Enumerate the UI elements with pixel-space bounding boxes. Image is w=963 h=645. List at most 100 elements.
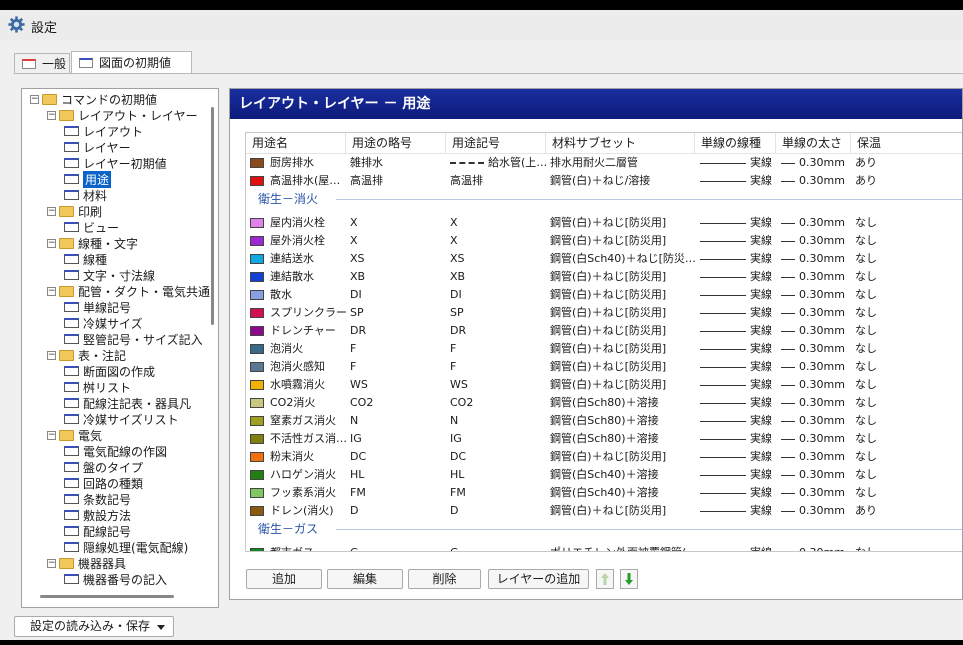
usage-symbol: DR <box>450 322 546 340</box>
tree-item[interactable]: − コマンドの初期値 <box>30 91 157 107</box>
collapse-toggle-icon[interactable]: − <box>47 430 56 440</box>
table-row[interactable]: 厨房排水 雑排水 給水管(上… 排水用耐火二層管 実線 0.30mm あり <box>246 154 962 172</box>
tree-item[interactable]: 配線注記表・器具凡 <box>64 395 191 411</box>
load-save-settings-dropdown[interactable]: 設定の読み込み・保存 <box>14 616 174 637</box>
table-row[interactable]: 高温排水(屋… 高温排 高温排 鋼管(白)＋ねじ/溶接 実線 0.30mm あり <box>246 172 962 190</box>
table-row[interactable]: 都市ガス GG ポリエチレン外面被覆鋼管(… 実線 0.30mm なし <box>246 544 962 551</box>
tab-general[interactable]: 一般 <box>14 53 70 73</box>
table-row[interactable]: 連結送水 XS XS 鋼管(白Sch40)＋ねじ[防災… 実線 0.30mm なし <box>246 250 962 268</box>
collapse-toggle-icon[interactable]: − <box>47 110 56 120</box>
collapse-toggle-icon[interactable]: − <box>47 286 56 296</box>
tree-item[interactable]: 材料 <box>64 187 107 203</box>
tree-item-label: 敷設方法 <box>83 508 132 523</box>
table-row[interactable]: 散水 DI DI 鋼管(白)＋ねじ[防災用] 実線 0.30mm なし <box>246 286 962 304</box>
collapse-toggle-icon[interactable]: − <box>47 206 56 216</box>
move-up-button[interactable] <box>596 569 614 589</box>
color-swatch <box>250 308 264 318</box>
line-width: 0.30mm <box>781 358 851 376</box>
usage-list[interactable]: 用途名 用途の略号 用途記号 材料サブセット 単線の線種 単線の太さ 保温 厨房排水 雑排水 給… <box>245 132 962 552</box>
tree-item[interactable]: 回路の種類 <box>64 475 143 491</box>
column-header-cell[interactable]: 用途名 <box>246 133 346 153</box>
tree-item[interactable]: 単線記号 <box>64 299 131 315</box>
tree-item[interactable]: レイアウト <box>64 123 143 139</box>
tree-item[interactable]: − 線種・文字 <box>47 235 138 251</box>
table-row[interactable]: ハロゲン消火 HL HL 鋼管(白Sch40)＋溶接 実線 0.30mm なし <box>246 466 962 484</box>
edit-button[interactable]: 編集 <box>327 569 403 589</box>
tree-item[interactable]: 線種 <box>64 251 107 267</box>
delete-button[interactable]: 削除 <box>408 569 481 589</box>
material-subset: 鋼管(白)＋ねじ[防災用] <box>550 450 667 463</box>
tree-item[interactable]: − 配管・ダクト・電気共通 <box>47 283 210 299</box>
tree-item[interactable]: 断面図の作成 <box>64 363 155 379</box>
column-header-cell[interactable]: 用途記号 <box>446 133 546 153</box>
tree-item[interactable]: 盤のタイプ <box>64 459 143 475</box>
tree-item-label: 用途 <box>83 170 112 188</box>
tree-item[interactable]: レイヤー初期値 <box>64 155 167 171</box>
usage-symbol: N <box>450 412 546 430</box>
insulation: なし <box>855 544 915 551</box>
column-header-cell[interactable]: 用途の略号 <box>346 133 446 153</box>
line-width-sample <box>781 366 795 368</box>
table-row[interactable]: 水噴霧消火 WS WS 鋼管(白)＋ねじ[防災用] 実線 0.30mm なし <box>246 376 962 394</box>
table-row[interactable]: ドレンチャー DR DR 鋼管(白)＋ねじ[防災用] 実線 0.30mm なし <box>246 322 962 340</box>
line-type: 実線 <box>700 154 776 172</box>
tree-item[interactable]: レイヤー <box>64 139 131 155</box>
collapse-toggle-icon[interactable]: − <box>47 558 56 568</box>
add-button[interactable]: 追加 <box>246 569 322 589</box>
table-row[interactable]: ドレン(消火) D D 鋼管(白)＋ねじ[防災用] 実線 0.30mm あり <box>246 502 962 520</box>
collapse-toggle-icon[interactable]: − <box>47 238 56 248</box>
collapse-toggle-icon[interactable]: − <box>30 94 39 104</box>
table-row[interactable]: フッ素系消火 FM FM 鋼管(白Sch40)＋溶接 実線 0.30mm なし <box>246 484 962 502</box>
table-row[interactable]: 粉末消火 DC DC 鋼管(白)＋ねじ[防災用] 実線 0.30mm なし <box>246 448 962 466</box>
table-row[interactable]: 連結散水 XB XB 鋼管(白)＋ねじ[防災用] 実線 0.30mm なし <box>246 268 962 286</box>
usage-abbreviation: IG <box>350 432 362 445</box>
tree-vertical-scrollbar[interactable] <box>211 107 214 325</box>
tree-item[interactable]: 条数記号 <box>64 491 131 507</box>
line-type-text: 実線 <box>750 156 772 169</box>
tree-item[interactable]: 竪管記号・サイズ記入 <box>64 331 203 347</box>
settings-tree[interactable]: − コマンドの初期値 − レイアウト・レイヤー レイアウト レイヤー レイヤー初期値 用途 材料… <box>21 88 219 608</box>
column-header-cell[interactable]: 保温 <box>851 133 962 153</box>
move-down-button[interactable] <box>620 569 638 589</box>
tree-item[interactable]: 配線記号 <box>64 523 131 539</box>
column-header-cell[interactable]: 単線の太さ <box>776 133 851 153</box>
tree-item[interactable]: 電気配線の作図 <box>64 443 167 459</box>
tree-item[interactable]: 敷設方法 <box>64 507 131 523</box>
page-icon <box>64 254 79 264</box>
tree-item[interactable]: 隠線処理(電気配線) <box>64 539 188 555</box>
material-subset: 鋼管(白)＋ねじ[防災用] <box>550 306 667 319</box>
tree-item[interactable]: − 印刷 <box>47 203 102 219</box>
column-header-cell[interactable]: 単線の線種 <box>695 133 776 153</box>
table-row[interactable]: 泡消火 F F 鋼管(白)＋ねじ[防災用] 実線 0.30mm なし <box>246 340 962 358</box>
tree-item[interactable]: 用途 <box>64 170 112 188</box>
table-row[interactable]: 窒素ガス消火 N N 鋼管(白Sch80)＋溶接 実線 0.30mm なし <box>246 412 962 430</box>
tree-item[interactable]: 桝リスト <box>64 379 131 395</box>
tree-item[interactable]: − レイアウト・レイヤー <box>47 107 198 123</box>
tree-item[interactable]: 冷媒サイズリスト <box>64 411 179 427</box>
tree-item-label: 電気配線の作図 <box>83 444 168 459</box>
tree-item[interactable]: − 機器器具 <box>47 555 126 571</box>
table-row[interactable]: 不活性ガス消… IG IG 鋼管(白Sch80)＋溶接 実線 0.30mm なし <box>246 430 962 448</box>
collapse-toggle-icon[interactable]: − <box>47 350 56 360</box>
tree-item[interactable]: 文字・寸法線 <box>64 267 155 283</box>
tree-item-label: コマンドの初期値 <box>61 92 158 107</box>
tab-drawing-defaults[interactable]: 図面の初期値 <box>71 51 192 73</box>
table-row[interactable]: 泡消火感知 F F 鋼管(白)＋ねじ[防災用] 実線 0.30mm なし <box>246 358 962 376</box>
table-row[interactable]: 屋外消火栓 X X 鋼管(白)＋ねじ[防災用] 実線 0.30mm なし <box>246 232 962 250</box>
tree-item[interactable]: − 表・注記 <box>47 347 126 363</box>
tree-item[interactable]: − 電気 <box>47 427 102 443</box>
usage-symbol: X <box>450 214 546 232</box>
table-row[interactable]: 屋内消火栓 X X 鋼管(白)＋ねじ[防災用] 実線 0.30mm なし <box>246 214 962 232</box>
add-layer-button[interactable]: レイヤーの追加 <box>488 569 589 589</box>
tree-item[interactable]: ビュー <box>64 219 119 235</box>
table-row[interactable]: CO2消火 CO2 CO2 鋼管(白Sch80)＋溶接 実線 0.30mm なし <box>246 394 962 412</box>
solid-line-sample <box>700 330 746 332</box>
tree-item[interactable]: 機器番号の記入 <box>64 571 167 587</box>
tree-item[interactable]: 冷媒サイズ <box>64 315 143 331</box>
usage-symbol-text: DC <box>450 450 467 463</box>
line-width-sample <box>781 492 795 494</box>
column-header-cell[interactable]: 材料サブセット <box>546 133 695 153</box>
usage-abbreviation: F <box>350 360 357 373</box>
table-row[interactable]: スプリンクラー SP SP 鋼管(白)＋ねじ[防災用] 実線 0.30mm なし <box>246 304 962 322</box>
tree-horizontal-scrollbar[interactable] <box>40 595 174 598</box>
